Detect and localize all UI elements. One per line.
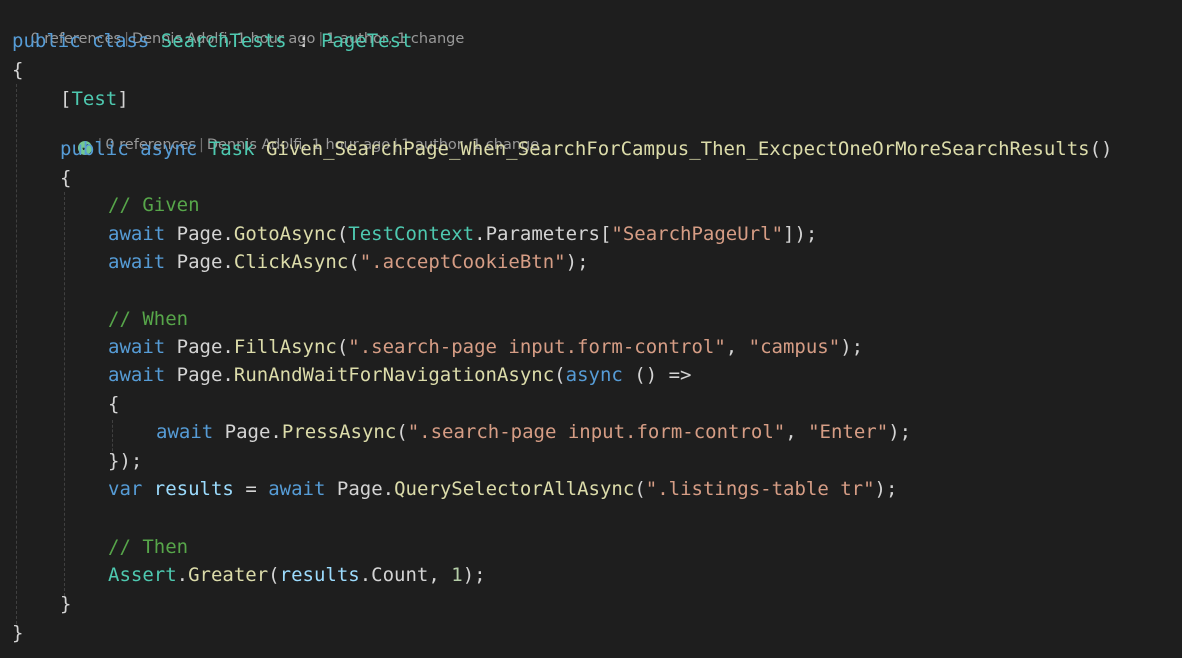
code-line-comment-then[interactable]: // Then: [108, 533, 188, 561]
code-line-lambda-brace-close[interactable]: });: [108, 447, 142, 475]
code-line-comment-given[interactable]: // Given: [108, 191, 200, 219]
code-line-click[interactable]: await Page.ClickAsync(".acceptCookieBtn"…: [108, 248, 589, 276]
codelens-method: ✓ | 0 references | Dennis Adolfi, 1 hour ago…: [60, 115, 539, 155]
codelens-class: 0 references | Dennis Adolfi, 1 hour ago | 1…: [12, 9, 464, 47]
code-line-results[interactable]: var results = await Page.QuerySelectorAl…: [108, 475, 897, 503]
indent-guide-class: [16, 84, 17, 624]
code-line-class-brace-open[interactable]: {: [12, 56, 23, 84]
code-line-goto[interactable]: await Page.GotoAsync(TestContext.Paramet…: [108, 220, 817, 248]
code-line-assert[interactable]: Assert.Greater(results.Count, 1);: [108, 561, 486, 589]
code-line-class-declaration[interactable]: public class SearchTests : PageTest: [12, 27, 412, 55]
code-editor[interactable]: 0 references | Dennis Adolfi, 1 hour ago | 1…: [0, 0, 1182, 658]
code-line-lambda-brace-open[interactable]: {: [108, 390, 119, 418]
code-line-test-attribute[interactable]: [Test]: [60, 85, 129, 113]
code-line-method-brace-open[interactable]: {: [60, 164, 71, 192]
code-line-run-and-wait[interactable]: await Page.RunAndWaitForNavigationAsync(…: [108, 361, 691, 389]
code-line-method-brace-close[interactable]: }: [60, 590, 71, 618]
code-line-class-brace-close[interactable]: }: [12, 619, 23, 647]
indent-guide-method: [64, 192, 65, 596]
code-line-method-declaration[interactable]: public async Task Given_SearchPage_When_…: [60, 135, 1112, 163]
code-line-press[interactable]: await Page.PressAsync(".search-page inpu…: [156, 418, 911, 446]
code-line-fill[interactable]: await Page.FillAsync(".search-page input…: [108, 333, 863, 361]
code-line-comment-when[interactable]: // When: [108, 305, 188, 333]
